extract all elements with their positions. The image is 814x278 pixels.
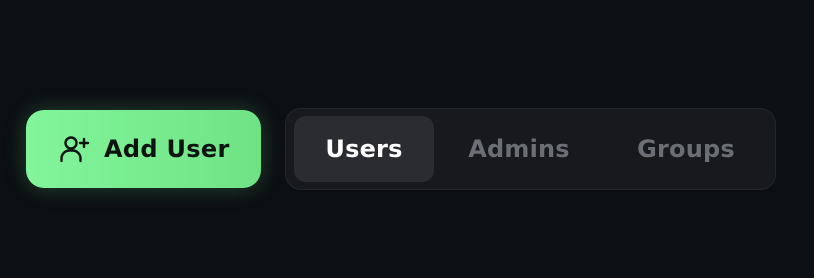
user-type-tabs: Users Admins Groups [285, 108, 776, 190]
user-plus-icon [58, 132, 92, 166]
tab-admins[interactable]: Admins [434, 116, 604, 182]
add-user-label: Add User [104, 135, 230, 163]
tab-groups[interactable]: Groups [604, 116, 768, 182]
add-user-button[interactable]: Add User [26, 110, 261, 188]
tab-users[interactable]: Users [294, 116, 434, 182]
